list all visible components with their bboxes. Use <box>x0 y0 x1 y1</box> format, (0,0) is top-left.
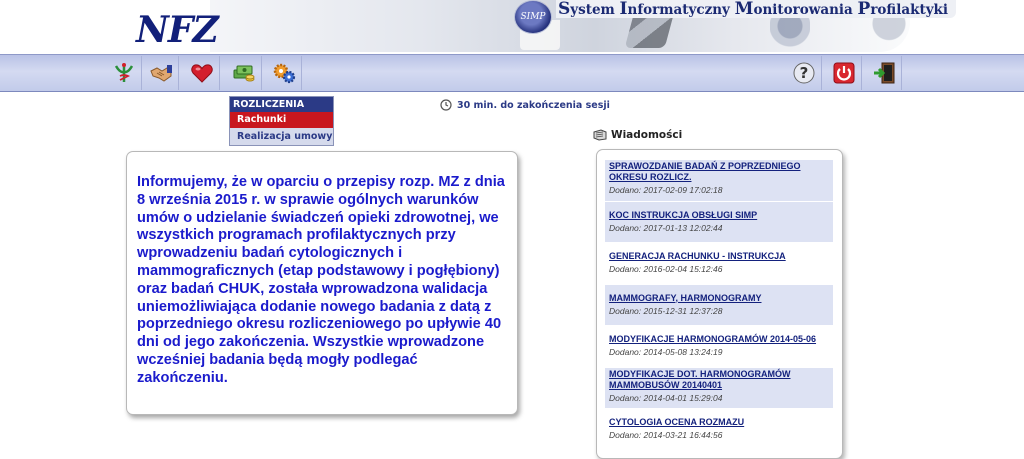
news-item: MODYFIKACJE DOT. HARMONOGRAMÓW MAMMOBUSÓ… <box>605 367 833 409</box>
announcement-text: Informujemy, że w oparciu o przepisy roz… <box>137 174 505 386</box>
news-box: SPRAWOZDANIE BADAŃ Z POPRZEDNIEGO OKRESU… <box>596 149 843 459</box>
news-list: SPRAWOZDANIE BADAŃ Z POPRZEDNIEGO OKRESU… <box>605 160 833 451</box>
nfz-logo[interactable]: NFZ <box>136 10 219 50</box>
news-link[interactable]: MAMMOGRAFY, HARMONOGRAMY <box>609 293 830 304</box>
help-icon[interactable]: ? <box>786 56 822 90</box>
system-title: System Informatyczny Monitorowania Profi… <box>556 0 957 18</box>
clock-icon <box>440 99 452 111</box>
news-date: Dodano: 2014-05-08 13:24:19 <box>609 347 723 357</box>
newspaper-icon <box>593 129 607 141</box>
submenu-item-rachunki[interactable]: Rachunki <box>230 112 333 128</box>
news-item: MODYFIKACJE HARMONOGRAMÓW 2014-05-06 Dod… <box>605 326 833 368</box>
news-link[interactable]: MODYFIKACJE HARMONOGRAMÓW 2014-05-06 <box>609 334 830 345</box>
news-date: Dodano: 2015-12-31 12:37:28 <box>609 305 723 316</box>
gears-icon[interactable] <box>266 56 302 90</box>
session-label: 30 min. do zakończenia sesji <box>457 99 610 111</box>
news-date: Dodano: 2016-02-04 15:12:46 <box>609 264 723 274</box>
news-date: Dodano: 2017-02-09 17:02:18 <box>609 185 723 195</box>
announcement-box: Informujemy, że w oparciu o przepisy roz… <box>126 151 518 415</box>
simp-badge-logo: SIMP <box>514 0 552 34</box>
logout-icon[interactable] <box>866 56 902 90</box>
session-timer: 30 min. do zakończenia sesji <box>440 98 610 112</box>
money-icon[interactable] <box>226 56 262 90</box>
news-link[interactable]: MODYFIKACJE DOT. HARMONOGRAMÓW MAMMOBUSÓ… <box>609 369 830 391</box>
header-banner: NFZ SIMP System Informatyczny Monitorowa… <box>0 0 1024 54</box>
news-item: MAMMOGRAFY, HARMONOGRAMY Dodano: 2015-12… <box>605 284 833 326</box>
news-item: CYTOLOGIA OCENA ROZMAZU Dodano: 2014-03-… <box>605 409 833 451</box>
svg-text:?: ? <box>799 64 808 82</box>
submenu-header[interactable]: ROZLICZENIA <box>230 97 333 112</box>
medical-caduceus-icon[interactable] <box>106 56 142 90</box>
news-date: Dodano: 2014-03-21 16:44:56 <box>609 430 723 440</box>
heart-icon[interactable] <box>184 56 220 90</box>
news-date: Dodano: 2017-01-13 12:02:44 <box>609 222 723 233</box>
main-toolbar: ? <box>0 54 1024 92</box>
news-link[interactable]: CYTOLOGIA OCENA ROZMAZU <box>609 417 830 428</box>
news-heading: Wiadomości <box>593 127 682 143</box>
news-link[interactable]: SPRAWOZDANIE BADAŃ Z POPRZEDNIEGO OKRESU… <box>609 161 830 183</box>
news-heading-label: Wiadomości <box>611 129 683 141</box>
news-item: SPRAWOZDANIE BADAŃ Z POPRZEDNIEGO OKRESU… <box>605 160 833 202</box>
news-date: Dodano: 2014-04-01 15:29:04 <box>609 392 723 403</box>
handshake-icon[interactable] <box>143 56 179 90</box>
news-link[interactable]: KOC INSTRUKCJA OBSŁUGI SIMP <box>609 210 830 221</box>
news-link[interactable]: GENERACJA RACHUNKU - INSTRUKCJA <box>609 251 830 262</box>
submenu-item-realizacja-umowy[interactable]: Realizacja umowy <box>230 128 333 145</box>
news-item: KOC INSTRUKCJA OBSŁUGI SIMP Dodano: 2017… <box>605 201 833 243</box>
rozliczenia-submenu: ROZLICZENIA Rachunki Realizacja umowy <box>229 96 334 146</box>
power-icon[interactable] <box>826 56 862 90</box>
news-item: GENERACJA RACHUNKU - INSTRUKCJA Dodano: … <box>605 243 833 285</box>
